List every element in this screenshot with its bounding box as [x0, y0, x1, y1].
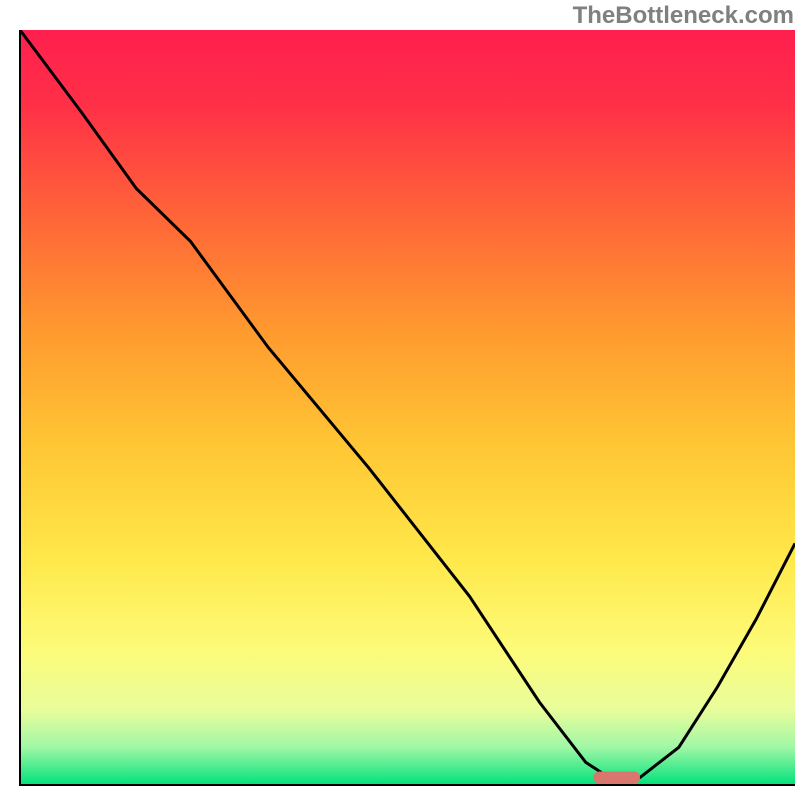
watermark-label: TheBottleneck.com [573, 2, 794, 30]
chart-svg [0, 0, 800, 800]
optimal-range-marker [594, 771, 641, 783]
gradient-background [20, 30, 795, 785]
bottleneck-chart: TheBottleneck.com [0, 0, 800, 800]
